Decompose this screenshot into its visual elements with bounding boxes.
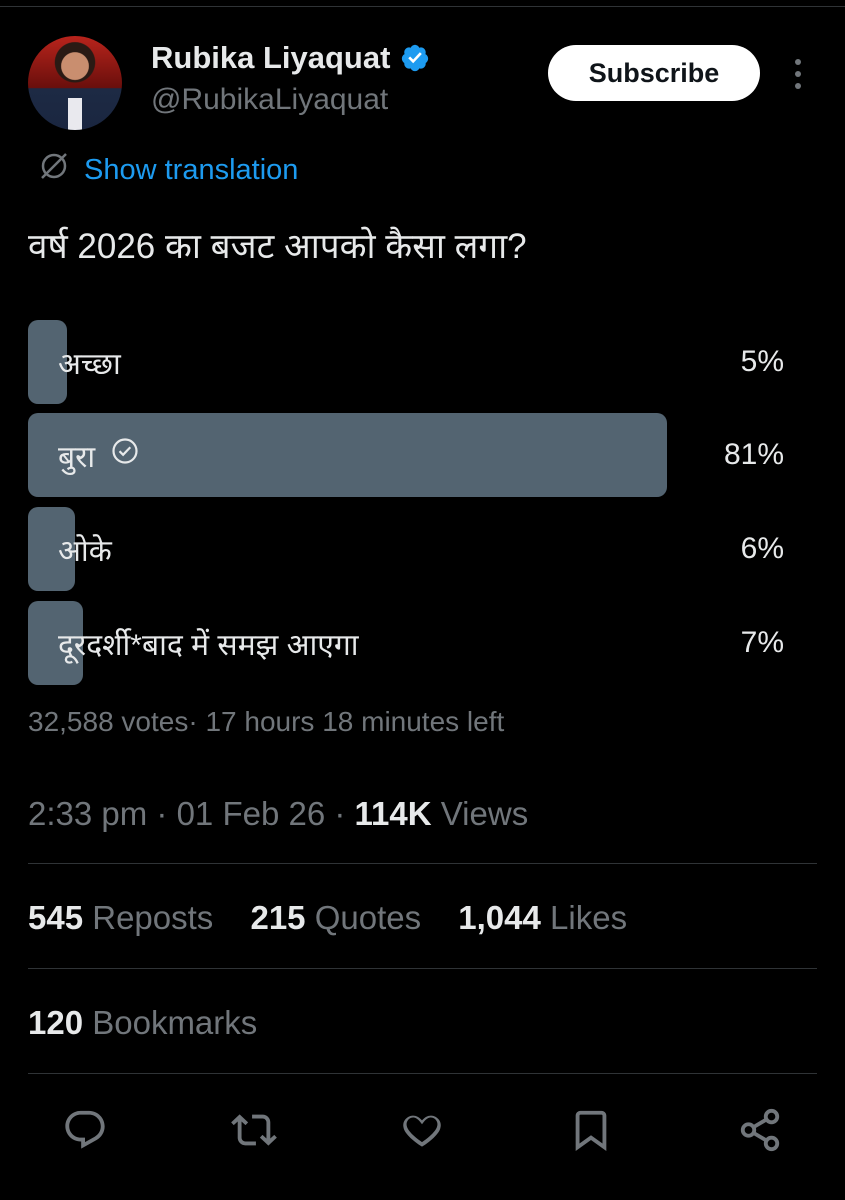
subscribe-button[interactable]: Subscribe (548, 45, 760, 101)
reply-icon (65, 1110, 105, 1149)
quotes-count: 215 (250, 899, 306, 936)
tweet-text: वर्ष 2026 का बजट आपको कैसा लगा? (28, 227, 527, 266)
reposts-label: Reposts (83, 899, 214, 936)
quotes-label: Quotes (305, 899, 422, 936)
poll-option-percent: 81% (723, 438, 784, 471)
reply-button[interactable] (61, 1106, 109, 1154)
poll-option-label: ओके (58, 534, 112, 568)
poll-option-label: दूरदर्शी*बाद में समझ आएगा (58, 628, 359, 662)
avatar[interactable] (28, 36, 122, 130)
author-name-row[interactable]: Rubika Liyaquat (151, 40, 430, 76)
top-divider (0, 6, 845, 7)
translate-icon (38, 150, 84, 190)
bookmark-icon (575, 1110, 607, 1151)
poll-option-label: अच्छा (58, 347, 121, 381)
bookmarks-label: Bookmarks (83, 1004, 258, 1041)
likes-label: Likes (540, 899, 628, 936)
poll-option-label-row: बुरा (58, 413, 139, 497)
views-count: 114K (354, 795, 432, 832)
author-handle[interactable]: @RubikaLiyaquat (151, 83, 388, 117)
bookmarks-count: 120 (28, 1004, 84, 1041)
check-circle-icon (111, 437, 139, 473)
poll-option-percent: 7% (740, 626, 784, 659)
engagement-stats: 545 Reposts 215 Quotes 1,044 Likes (28, 899, 655, 937)
bookmarks-stat[interactable]: 120 Bookmarks (28, 1004, 257, 1042)
divider (28, 1073, 817, 1074)
poll-option-percent: 5% (740, 345, 784, 378)
share-button[interactable] (736, 1106, 784, 1154)
more-options-icon[interactable] (786, 56, 810, 92)
poll-option-selected: बुरा 81% (28, 413, 818, 497)
poll-option: ओके 6% (28, 507, 818, 591)
like-icon (403, 1115, 441, 1147)
divider (28, 863, 817, 864)
repost-icon (231, 1114, 277, 1146)
poll-option-percent: 6% (740, 532, 784, 565)
divider (28, 968, 817, 969)
show-translation-link[interactable]: Show translation (38, 150, 298, 190)
quotes-stat[interactable]: 215 Quotes (250, 899, 421, 936)
likes-count: 1,044 (458, 899, 541, 936)
tweet-meta: 2:33 pm · 01 Feb 26 · 114K Views (28, 795, 528, 833)
poll-option: दूरदर्शी*बाद में समझ आएगा 7% (28, 601, 818, 685)
poll-option-label: बुरा (58, 440, 96, 474)
poll-summary: 32,588 votes· 17 hours 18 minutes left (28, 706, 505, 737)
poll-option: अच्छा 5% (28, 320, 818, 404)
author-name[interactable]: Rubika Liyaquat (151, 40, 390, 76)
likes-stat[interactable]: 1,044 Likes (458, 899, 627, 936)
share-icon (740, 1108, 780, 1152)
tweet-timestamp[interactable]: 2:33 pm · 01 Feb 26 · (28, 795, 355, 832)
bookmark-button[interactable] (567, 1106, 615, 1154)
repost-button[interactable] (230, 1106, 278, 1154)
reposts-stat[interactable]: 545 Reposts (28, 899, 213, 936)
like-button[interactable] (398, 1106, 446, 1154)
reposts-count: 545 (28, 899, 84, 936)
show-translation-label[interactable]: Show translation (84, 154, 298, 187)
views-label: Views (431, 795, 529, 832)
verified-badge-icon[interactable] (400, 43, 430, 73)
